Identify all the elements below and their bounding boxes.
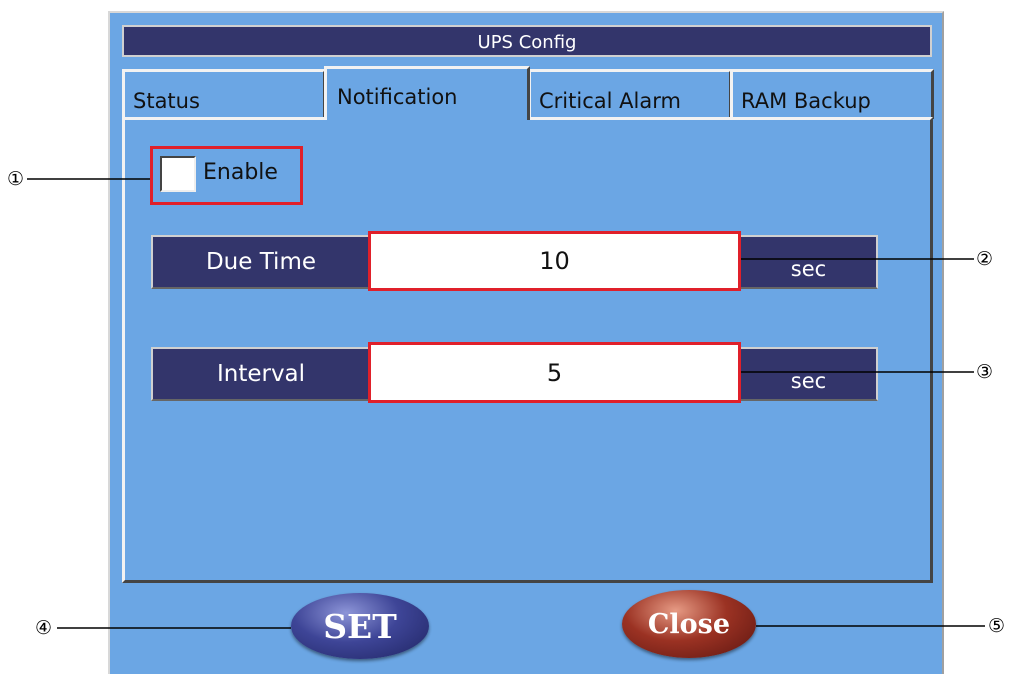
window-title: UPS Config <box>122 25 932 57</box>
interval-input[interactable]: 5 <box>368 342 741 403</box>
interval-unit-text: sec <box>790 369 827 393</box>
tab-status-label: Status <box>133 89 200 113</box>
due-time-unit: sec <box>741 235 878 289</box>
tab-critical-alarm-label: Critical Alarm <box>539 89 681 113</box>
close-button[interactable]: Close <box>622 590 756 658</box>
tab-critical-alarm[interactable]: Critical Alarm <box>528 69 732 119</box>
tab-ram-backup-label: RAM Backup <box>741 89 871 113</box>
due-time-label: Due Time <box>151 235 371 289</box>
enable-checkbox[interactable] <box>160 156 196 192</box>
interval-unit: sec <box>741 347 878 401</box>
enable-label: Enable <box>203 160 278 185</box>
callout-5: ⑤ <box>988 615 1006 637</box>
interval-value: 5 <box>546 358 563 387</box>
due-time-unit-text: sec <box>790 257 827 281</box>
callout-1: ① <box>7 168 25 190</box>
tab-status[interactable]: Status <box>122 69 326 119</box>
window-title-text: UPS Config <box>477 32 577 53</box>
set-button[interactable]: SET <box>291 593 429 659</box>
due-time-value: 10 <box>539 247 570 275</box>
due-time-input[interactable]: 10 <box>368 231 741 291</box>
close-button-label: Close <box>647 608 731 640</box>
interval-label-text: Interval <box>216 361 306 387</box>
interval-label: Interval <box>151 347 371 401</box>
due-time-label-text: Due Time <box>205 249 317 275</box>
tab-ram-backup[interactable]: RAM Backup <box>730 69 934 119</box>
callout-4: ④ <box>35 617 53 639</box>
callout-3: ③ <box>976 361 994 383</box>
tab-notification[interactable]: Notification <box>324 66 530 120</box>
tab-notification-label: Notification <box>337 85 458 109</box>
callout-2: ② <box>976 248 994 270</box>
set-button-label: SET <box>323 606 397 646</box>
